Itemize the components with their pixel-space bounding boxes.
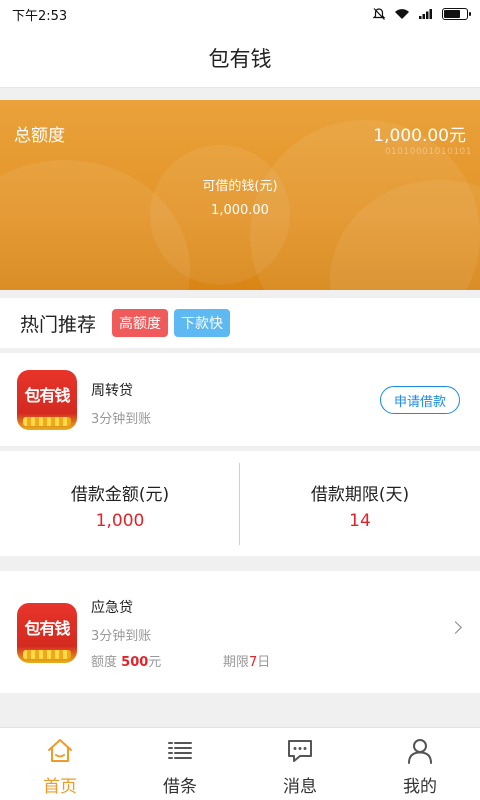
nav-messages[interactable]: 消息 (240, 728, 360, 800)
quota-unit: 元 (148, 655, 162, 670)
loan-term-value: 14 (349, 511, 371, 531)
bottom-nav: 首页 借条 消息 我的 (0, 727, 480, 800)
product-card-zhouzhuandai[interactable]: 包有钱 周转贷 3分钟到账 申请借款 (0, 353, 480, 446)
loan-term-stat: 借款期限(天) 14 (240, 451, 480, 556)
tag-high-quota: 高额度 (112, 309, 169, 337)
nav-label: 借条 (163, 777, 197, 797)
list-icon (168, 742, 192, 759)
wifi-icon (395, 9, 409, 19)
loan-term-label: 借款期限(天) (310, 485, 410, 505)
nav-iou[interactable]: 借条 (120, 728, 240, 800)
message-icon (288, 740, 312, 762)
notification-muted-icon (372, 8, 386, 20)
app-header: 包有钱 (0, 28, 480, 88)
term-info: 期限7日 (223, 651, 270, 670)
total-credit-value: 1,000.00元 (373, 126, 466, 146)
loan-amount-value: 1,000 (95, 511, 145, 531)
status-time: 下午2:53 (12, 8, 68, 24)
product-subtitle: 3分钟到账 (91, 629, 152, 644)
nav-home[interactable]: 首页 (0, 728, 120, 800)
term-unit: 日 (257, 655, 271, 670)
coins-decoration (23, 650, 71, 659)
battery-icon (442, 8, 471, 20)
quota-value: 500 (121, 655, 149, 670)
available-credit-label: 可借的钱(元) (202, 179, 278, 194)
quota-label: 额度 (91, 655, 118, 670)
tag-fast-loan: 下款快 (174, 309, 231, 337)
available-credit-value: 1,000.00 (211, 203, 269, 218)
product-subtitle: 3分钟到账 (91, 412, 152, 427)
signal-icon (419, 9, 432, 19)
nav-label: 消息 (283, 777, 317, 797)
nav-label: 我的 (403, 777, 437, 797)
quota-info: 额度 500元 (91, 651, 161, 670)
coins-decoration (23, 417, 71, 426)
banner-binary-decoration: 01010001010101 (384, 147, 472, 157)
product-name: 周转贷 (91, 383, 133, 399)
nav-mine[interactable]: 我的 (360, 728, 480, 800)
hot-recommend-title: 热门推荐 (20, 313, 97, 336)
chevron-right-icon (449, 621, 462, 634)
app-logo: 包有钱 (17, 370, 77, 430)
apply-loan-button[interactable]: 申请借款 (379, 386, 460, 414)
credit-banner: 总额度 1,000.00元 01010001010101 可借的钱(元) 1,0… (0, 100, 480, 290)
home-icon (48, 739, 72, 762)
total-credit-label: 总额度 (14, 126, 65, 146)
product-card-yingjidai[interactable]: 包有钱 应急贷 3分钟到账 额度 500元 期限7日 (0, 571, 480, 693)
page-title: 包有钱 (208, 46, 272, 71)
status-icons (372, 7, 471, 21)
user-icon (408, 739, 432, 764)
loan-amount-label: 借款金额(元) (70, 485, 170, 505)
loan-stats-card: 借款金额(元) 1,000 借款期限(天) 14 (0, 451, 480, 556)
product-name: 应急贷 (91, 600, 133, 616)
status-bar: 下午2:53 (0, 0, 480, 28)
app-logo: 包有钱 (17, 603, 77, 663)
nav-label: 首页 (43, 777, 77, 797)
loan-amount-stat: 借款金额(元) 1,000 (0, 451, 240, 556)
hot-recommend-row: 热门推荐 高额度 下款快 (0, 298, 480, 348)
term-label: 期限 (223, 655, 250, 670)
